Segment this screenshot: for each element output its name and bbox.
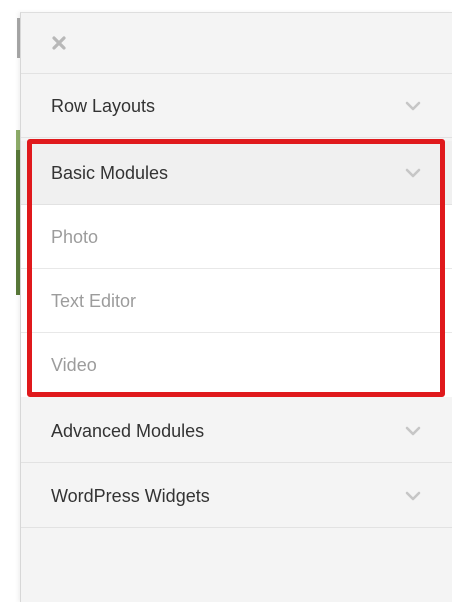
section-label: WordPress Widgets xyxy=(51,486,210,506)
module-label: Text Editor xyxy=(51,291,137,311)
chevron-down-icon xyxy=(405,426,421,436)
section-wordpress-widgets[interactable]: WordPress Widgets xyxy=(21,464,452,528)
module-label: Photo xyxy=(51,227,99,247)
module-label: Video xyxy=(51,355,97,375)
close-icon[interactable] xyxy=(52,36,66,50)
panel-header xyxy=(21,13,452,74)
section-basic-modules[interactable]: Basic Modules xyxy=(21,141,452,205)
module-item-photo[interactable]: Photo xyxy=(21,205,452,269)
section-advanced-modules[interactable]: Advanced Modules xyxy=(21,399,452,463)
module-item-video[interactable]: Video xyxy=(21,333,452,397)
section-row-layouts[interactable]: Row Layouts xyxy=(21,74,452,138)
section-label: Advanced Modules xyxy=(51,421,205,441)
section-label: Row Layouts xyxy=(51,96,156,116)
chevron-down-icon xyxy=(405,491,421,501)
modules-panel: Row Layouts Basic Modules Photo Text Edi… xyxy=(20,12,452,602)
chevron-down-icon xyxy=(405,101,421,111)
screenshot-stage: Row Layouts Basic Modules Photo Text Edi… xyxy=(0,0,452,602)
chevron-down-icon xyxy=(405,168,421,178)
section-label: Basic Modules xyxy=(51,163,169,183)
module-item-text-editor[interactable]: Text Editor xyxy=(21,269,452,333)
